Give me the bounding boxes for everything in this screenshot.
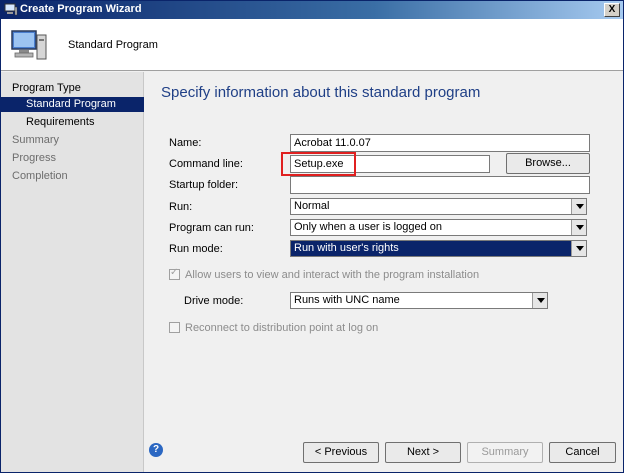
sidebar-item-requirements[interactable]: Requirements [1, 115, 144, 130]
help-icon[interactable]: ? [149, 443, 163, 457]
run-select-value: Normal [294, 200, 330, 212]
reconnect-checkbox[interactable] [169, 322, 180, 333]
sidebar-item-completion: Completion [12, 170, 68, 182]
header-text: Standard Program [68, 39, 158, 51]
content-panel: Specify information about this standard … [145, 72, 623, 422]
wizard-header: Standard Program [1, 19, 623, 71]
page-title: Specify information about this standard … [161, 84, 481, 101]
run-mode-select[interactable]: Run with user's rights [290, 240, 587, 257]
sidebar-item-summary: Summary [12, 134, 60, 146]
chevron-down-icon[interactable] [571, 241, 586, 256]
wizard-sidebar: Program Type Standard Program Requiremen… [1, 72, 144, 472]
startup-folder-input[interactable] [290, 176, 590, 194]
sidebar-item-progress: Progress [12, 152, 57, 164]
cancel-button[interactable]: Cancel [549, 442, 616, 463]
command-line-label: Command line: [169, 158, 243, 170]
title-bar: Create Program Wizard X [1, 1, 623, 19]
allow-interact-checkbox[interactable] [169, 267, 180, 280]
computer-icon [11, 30, 47, 60]
browse-button[interactable]: Browse... [506, 153, 590, 174]
allow-interact-label: Allow users to view and interact with th… [185, 269, 480, 281]
wizard-footer: ? < Previous Next > Summary Cancel [145, 422, 623, 472]
name-label: Name: [169, 137, 202, 149]
computer-icon [4, 3, 18, 16]
window-title: Create Program Wizard [20, 3, 142, 15]
chevron-down-icon[interactable] [532, 293, 547, 308]
close-button[interactable]: X [604, 3, 620, 17]
run-mode-value: Run with user's rights [294, 242, 399, 254]
wizard-window: Create Program Wizard X Standard Program… [0, 0, 624, 473]
run-label: Run: [169, 201, 193, 213]
program-can-run-value: Only when a user is logged on [294, 221, 442, 233]
drive-mode-value: Runs with UNC name [294, 294, 400, 306]
drive-mode-select[interactable]: Runs with UNC name [290, 292, 548, 309]
summary-button: Summary [467, 442, 543, 463]
run-mode-label: Run mode: [169, 243, 223, 255]
name-input[interactable]: Acrobat 11.0.07 [290, 134, 590, 152]
run-select[interactable]: Normal [290, 198, 587, 215]
program-can-run-select[interactable]: Only when a user is logged on [290, 219, 587, 236]
chevron-down-icon[interactable] [571, 220, 586, 235]
next-button[interactable]: Next > [385, 442, 461, 463]
sidebar-item-program-type[interactable]: Program Type [1, 81, 144, 96]
drive-mode-label: Drive mode: [184, 295, 244, 307]
reconnect-label: Reconnect to distribution point at log o… [185, 322, 379, 334]
program-can-run-label: Program can run: [169, 222, 254, 234]
startup-folder-label: Startup folder: [169, 179, 239, 191]
highlight-box [281, 152, 356, 176]
chevron-down-icon[interactable] [571, 199, 586, 214]
previous-button[interactable]: < Previous [303, 442, 379, 463]
sidebar-item-standard-program[interactable]: Standard Program [1, 97, 144, 112]
